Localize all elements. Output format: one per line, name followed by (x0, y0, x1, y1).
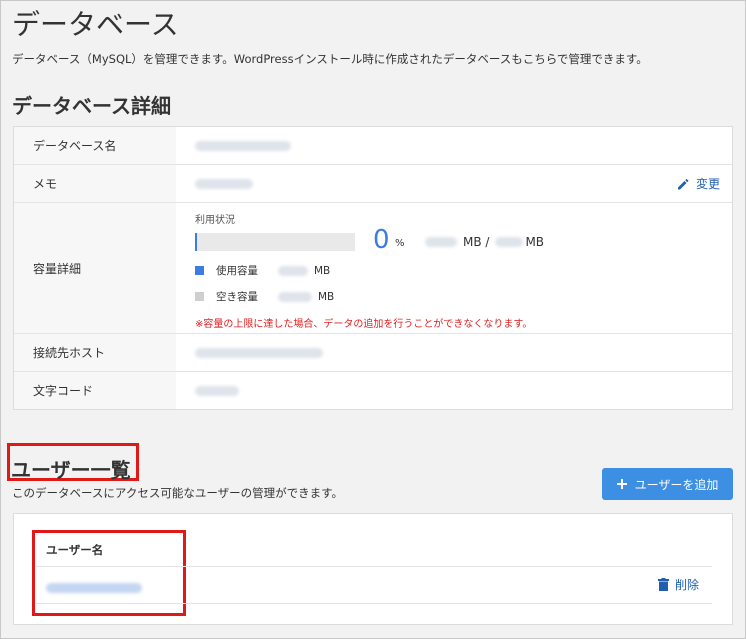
usage-amount: MB / MB (425, 235, 544, 249)
edit-memo-link[interactable]: 変更 (676, 165, 720, 202)
capacity-warning: ※容量の上限に達した場合、データの追加を行うことができなくなります。 (195, 319, 533, 330)
capacity-row: 容量詳細 利用状況 0 % MB / MB 使用容量 MB 空き容量 MB ※容… (14, 203, 732, 334)
user-link[interactable] (46, 578, 142, 597)
legend-free-label: 空き容量 (216, 291, 258, 303)
legend-used-label: 使用容量 (216, 265, 258, 277)
db-name-row: データベース名 (14, 127, 732, 165)
trash-icon (658, 578, 669, 591)
host-value (195, 334, 323, 371)
row-divider (36, 603, 712, 604)
plus-icon (616, 479, 627, 489)
usage-percent-unit: % (395, 238, 405, 249)
free-swatch (195, 292, 204, 301)
host-label: 接続先ホスト (14, 334, 176, 371)
memo-row: メモ 変更 (14, 165, 732, 203)
usage-percent-value: 0 (373, 225, 390, 255)
delete-user-link[interactable]: 削除 (658, 576, 699, 593)
legend-used-unit: MB (314, 264, 331, 277)
db-name-redacted (195, 140, 291, 151)
usage-unit-used: MB / (463, 235, 490, 249)
capacity-label: 容量詳細 (14, 203, 176, 333)
used-swatch (195, 266, 204, 275)
username-column-header: ユーザー名 (46, 543, 104, 557)
memo-label: メモ (14, 165, 176, 202)
used-redacted (278, 265, 308, 276)
usage-title: 利用状況 (195, 215, 235, 226)
users-table: ユーザー名 削除 (13, 513, 733, 625)
legend-free: 空き容量 MB (195, 289, 334, 304)
free-redacted (278, 291, 312, 302)
charset-value (195, 372, 239, 409)
edit-label: 変更 (695, 177, 720, 191)
details-section-title: データベース詳細 (12, 94, 171, 118)
charset-row: 文字コード (14, 372, 732, 409)
db-name-label: データベース名 (14, 127, 176, 164)
host-redacted (195, 347, 323, 358)
charset-redacted (195, 385, 239, 396)
host-row: 接続先ホスト (14, 334, 732, 372)
legend-used: 使用容量 MB (195, 263, 330, 278)
users-description: このデータベースにアクセス可能なユーザーの管理ができます。 (12, 486, 343, 500)
usage-unit-total: MB (525, 235, 545, 249)
delete-label: 削除 (675, 578, 700, 592)
add-user-button[interactable]: ユーザーを追加 (602, 468, 733, 500)
legend-free-unit: MB (318, 290, 335, 303)
usage-progress-bar (195, 233, 355, 251)
memo-redacted (195, 178, 253, 189)
db-name-value (195, 127, 291, 164)
add-user-label: ユーザーを追加 (634, 477, 719, 492)
used-mb-redacted (425, 237, 457, 247)
page-title: データベース (12, 8, 179, 41)
database-details-table: データベース名 メモ 変更 容量詳細 利用状況 0 % MB / MB 使用容量… (13, 126, 733, 410)
username-redacted (46, 583, 142, 593)
memo-value (195, 165, 253, 202)
pencil-icon (677, 178, 689, 189)
header-divider (36, 566, 712, 567)
usage-block: 利用状況 0 % MB / MB 使用容量 MB 空き容量 MB ※容量の上限に… (195, 211, 715, 330)
total-mb-redacted (495, 237, 524, 247)
charset-label: 文字コード (14, 372, 176, 409)
page-description: データベース（MySQL）を管理できます。WordPressインストール時に作成… (12, 52, 648, 66)
users-section-title: ユーザー一覧 (11, 458, 131, 482)
